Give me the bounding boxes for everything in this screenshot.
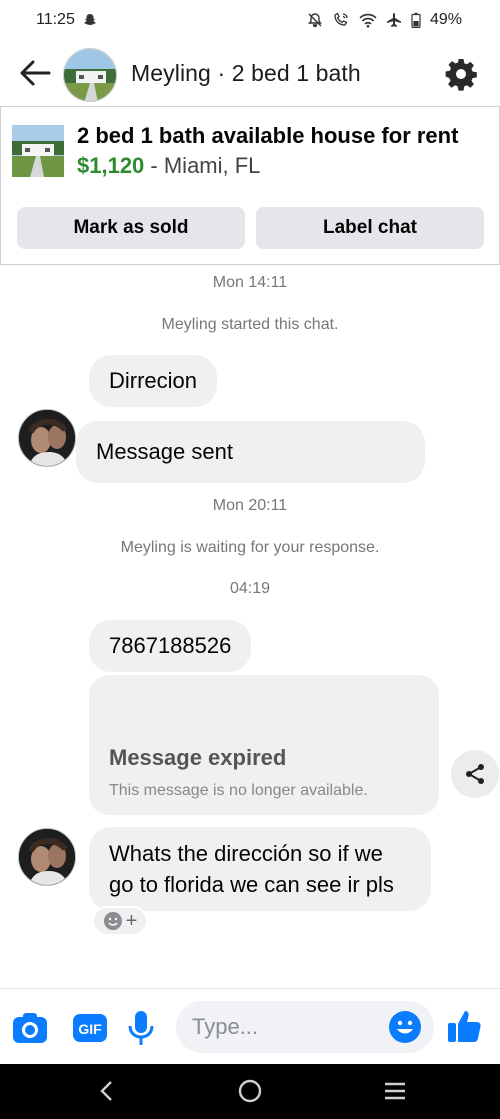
gear-icon xyxy=(445,59,477,91)
smiley-icon xyxy=(103,912,122,930)
message-line: Whats the dirección so if we xyxy=(109,841,383,866)
avatar[interactable] xyxy=(18,828,76,886)
share-button[interactable] xyxy=(451,750,499,798)
timestamp: Mon 14:11 xyxy=(212,274,288,291)
listing-separator: - xyxy=(144,153,164,178)
nav-home-button[interactable] xyxy=(235,1076,265,1106)
emoji-icon xyxy=(389,1011,421,1043)
gif-icon: GIF xyxy=(73,1014,107,1042)
battery-icon xyxy=(411,12,421,28)
label-chat-button[interactable]: Label chat xyxy=(256,207,484,249)
listing-card[interactable]: 2 bed 1 bath available house for rent $1… xyxy=(0,106,500,265)
wifi-call-icon xyxy=(334,12,348,26)
add-reaction-button[interactable]: + xyxy=(92,906,148,936)
mark-as-sold-button[interactable]: Mark as sold xyxy=(17,207,245,249)
listing-location: Miami, FL xyxy=(163,153,261,178)
message-composer: GIF xyxy=(0,988,500,1064)
profile-photo xyxy=(19,410,75,466)
house-photo xyxy=(64,49,116,101)
listing-price: $1,120 xyxy=(77,153,145,178)
emoji-button[interactable] xyxy=(388,1010,422,1044)
settings-button[interactable] xyxy=(443,56,479,92)
expired-subtitle: This message is no longer available. xyxy=(109,782,368,799)
microphone-icon xyxy=(128,1011,154,1045)
listing-price-location: $1,120 - Miami, FL xyxy=(77,153,260,179)
message-bubble[interactable]: Message sent xyxy=(76,421,425,483)
back-button[interactable] xyxy=(18,58,52,88)
timestamp: 04:19 xyxy=(229,580,271,597)
mute-icon xyxy=(308,13,322,28)
message-bubble[interactable]: 7867188526 xyxy=(89,620,252,672)
wifi-icon xyxy=(359,13,377,27)
status-time: 11:25 xyxy=(36,11,75,28)
expired-title: Message expired xyxy=(109,745,287,770)
system-notice: Meyling is waiting for your response. xyxy=(120,539,380,556)
message-bubble[interactable]: Whats the dirección so if we go to flori… xyxy=(89,827,431,911)
camera-button[interactable] xyxy=(12,1011,48,1045)
battery-percent: 49% xyxy=(429,11,462,28)
timestamp: Mon 20:11 xyxy=(212,497,288,514)
message-bubble[interactable]: Dirrecion xyxy=(89,355,218,407)
system-notice: Meyling started this chat. xyxy=(161,316,339,333)
microphone-button[interactable] xyxy=(126,1009,156,1047)
page-title[interactable]: Meyling · 2 bed 1 bath xyxy=(131,60,361,87)
avatar[interactable] xyxy=(18,409,76,467)
status-bar: 11:25 49% xyxy=(0,0,500,40)
airplane-icon xyxy=(386,13,401,27)
like-button[interactable] xyxy=(446,1007,484,1045)
back-arrow-icon xyxy=(20,60,51,86)
listing-thumbnail[interactable] xyxy=(12,125,64,177)
listing-title[interactable]: 2 bed 1 bath available house for rent xyxy=(77,123,458,149)
listing-avatar[interactable] xyxy=(63,48,117,102)
message-input-container[interactable] xyxy=(176,1001,434,1053)
nav-back-button[interactable] xyxy=(92,1076,122,1106)
expired-message[interactable]: Message expired This message is no longe… xyxy=(89,675,439,815)
gif-button[interactable]: GIF xyxy=(72,1012,108,1044)
message-line: go to florida we can see ir pls xyxy=(109,872,394,897)
system-navigation-bar xyxy=(0,1064,500,1119)
house-photo xyxy=(12,125,64,177)
camera-icon xyxy=(13,1013,47,1043)
profile-photo xyxy=(19,829,75,885)
svg-text:GIF: GIF xyxy=(78,1021,102,1037)
chat-header: Meyling · 2 bed 1 bath xyxy=(0,40,500,106)
home-circle-icon xyxy=(238,1079,262,1103)
plus-label: + xyxy=(125,909,138,932)
back-chevron-icon xyxy=(100,1081,112,1101)
snapchat-icon xyxy=(83,14,96,26)
message-input[interactable] xyxy=(192,1009,382,1045)
recents-icon xyxy=(385,1082,405,1100)
share-icon xyxy=(466,764,484,784)
thumbs-up-icon xyxy=(448,1011,481,1042)
nav-recents-button[interactable] xyxy=(380,1076,410,1106)
